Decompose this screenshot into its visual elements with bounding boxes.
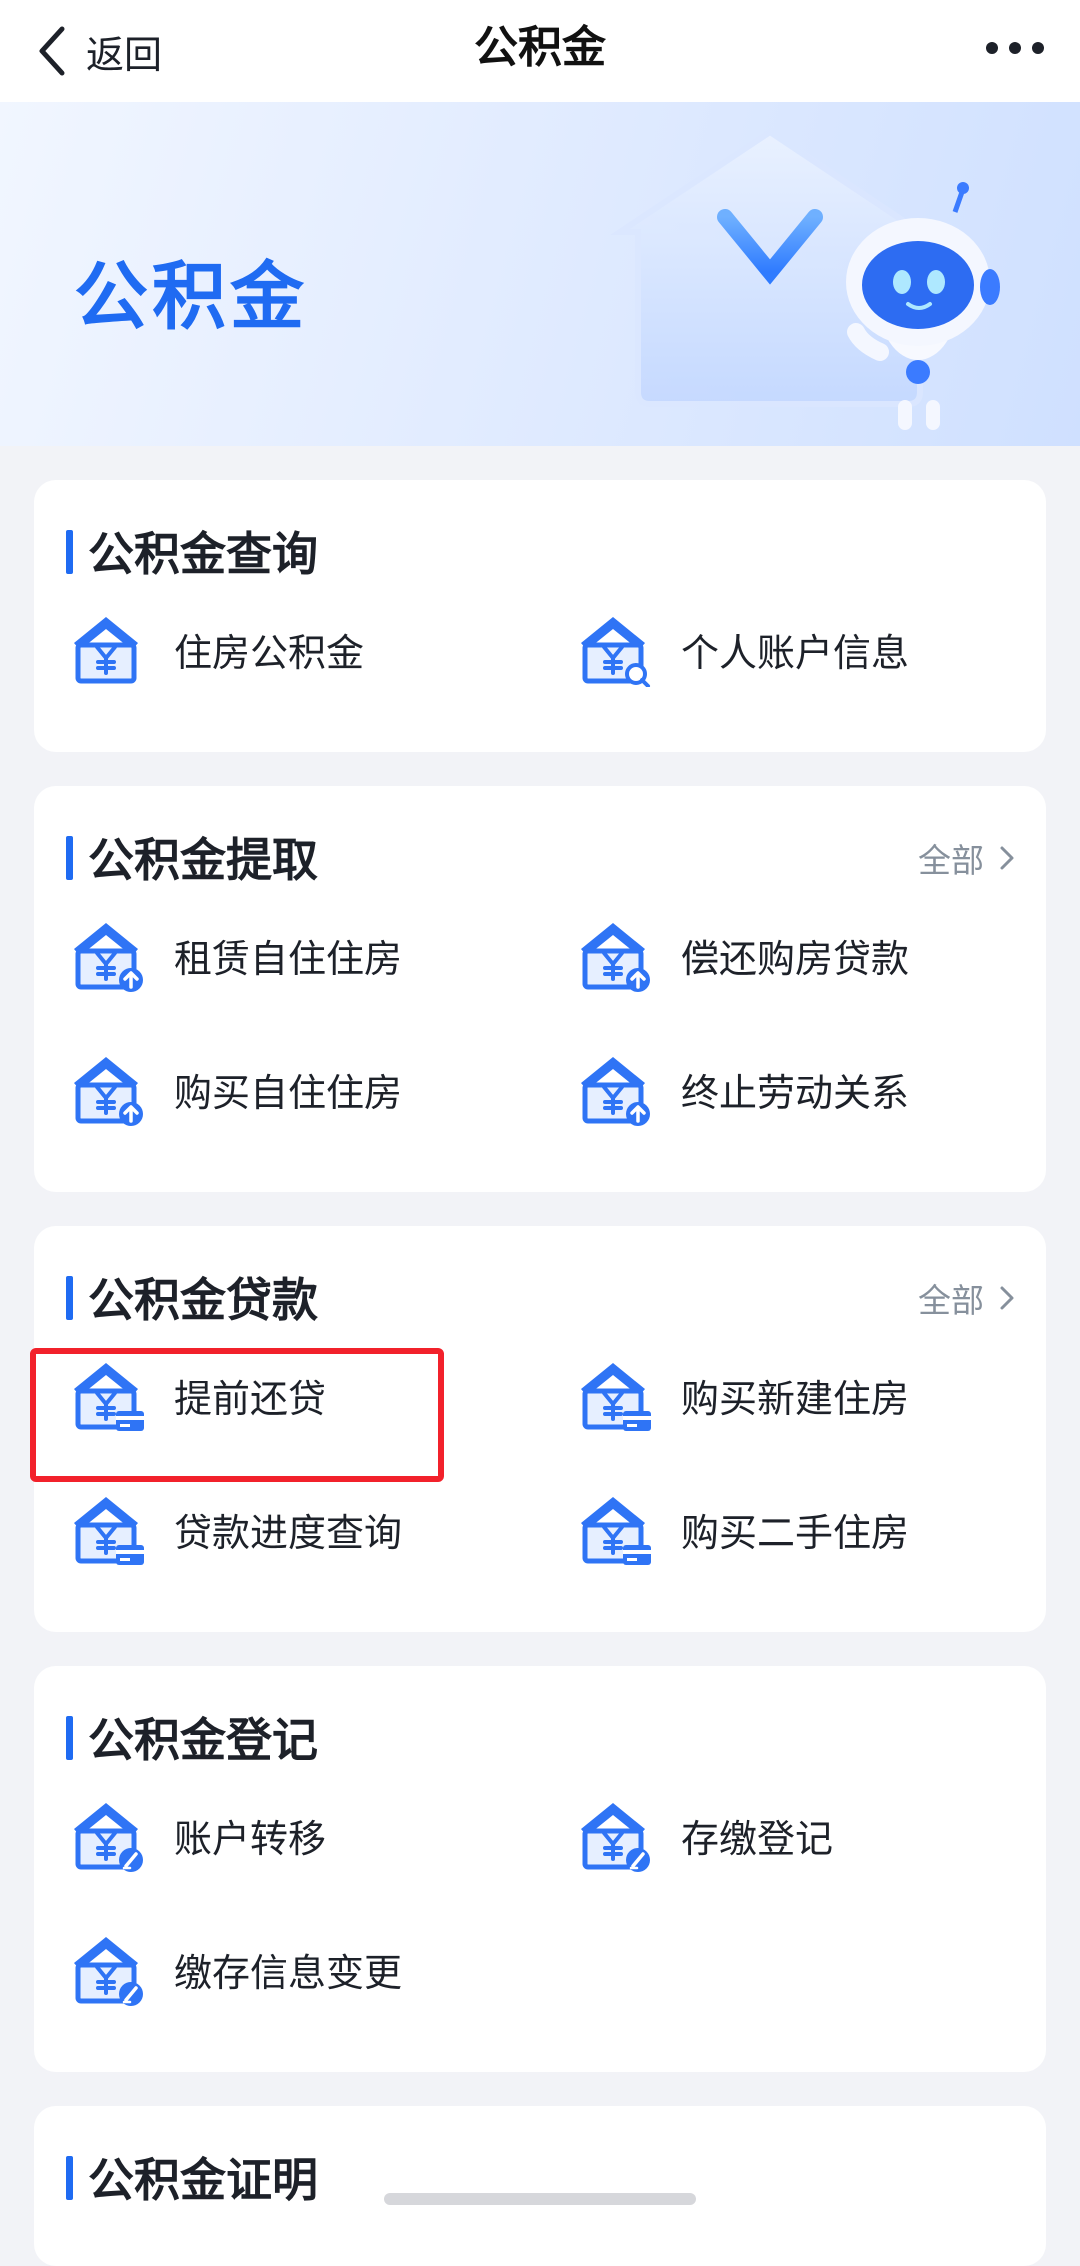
page-title: 公积金 (474, 22, 606, 73)
service-item-housing-fund[interactable]: 住房公积金 (68, 594, 548, 704)
service-item-loan-progress[interactable]: 贷款进度查询 (68, 1474, 548, 1584)
item-label: 个人账户信息 (681, 630, 910, 675)
house-yuan-edit-icon (581, 1803, 650, 1872)
item-label: 购买自住住房 (174, 1070, 403, 1115)
section-title: 公积金证明 (88, 2153, 318, 2207)
see-all-label: 全部 (918, 841, 984, 880)
house-yuan-edit-icon (74, 1937, 143, 2006)
service-item-buy-new-housing[interactable]: 购买新建住房 (575, 1340, 1055, 1450)
section-title: 公积金登记 (88, 1713, 318, 1767)
service-item-repay-mortgage[interactable]: 偿还购房贷款 (575, 900, 1055, 1010)
item-label: 终止劳动关系 (681, 1070, 910, 1115)
house-yuan-card-icon (581, 1497, 651, 1565)
item-label: 存缴登记 (681, 1816, 834, 1861)
item-label: 租赁自住住房 (174, 936, 403, 981)
service-item-early-repayment[interactable]: 提前还贷 (68, 1340, 548, 1450)
section-title: 公积金贷款 (88, 1273, 318, 1327)
section-accent-bar (66, 2156, 73, 2200)
section-title: 公积金提取 (88, 833, 318, 887)
section-title: 公积金查询 (88, 527, 318, 581)
more-icon[interactable] (984, 32, 1046, 64)
item-label: 购买新建住房 (681, 1376, 910, 1421)
item-label: 购买二手住房 (681, 1510, 910, 1555)
item-label: 偿还购房贷款 (681, 936, 910, 981)
chevron-right-icon (1000, 846, 1014, 870)
see-all-link[interactable]: 全部 (918, 1270, 1016, 1326)
home-indicator (384, 2193, 696, 2205)
house-yuan-icon (74, 617, 138, 684)
service-item-deposit-registration[interactable]: 存缴登记 (575, 1780, 1055, 1890)
house-yuan-card-icon (74, 1363, 144, 1431)
service-item-rent-housing[interactable]: 租赁自住住房 (68, 900, 548, 1010)
service-item-account-transfer[interactable]: 账户转移 (68, 1780, 548, 1890)
item-label: 提前还贷 (174, 1376, 327, 1421)
service-item-buy-housing[interactable]: 购买自住住房 (68, 1034, 548, 1144)
nav-bar: 返回 公积金 (0, 0, 1080, 102)
house-yuan-card-icon (581, 1363, 651, 1431)
service-item-deposit-info-change[interactable]: 缴存信息变更 (68, 1914, 548, 2024)
house-yuan-upload-icon (74, 923, 143, 992)
section-registration: 公积金登记 账户转移 存缴登记 缴存信息变更 (34, 1666, 1046, 2072)
item-label: 账户转移 (174, 1816, 327, 1861)
banner-title: 公积金 (74, 254, 308, 340)
section-accent-bar (66, 1716, 73, 1760)
house-robot-illustration (610, 128, 1000, 430)
item-label: 贷款进度查询 (174, 1510, 403, 1555)
service-item-buy-second-hand[interactable]: 购买二手住房 (575, 1474, 1055, 1584)
house-yuan-search-icon (581, 617, 650, 687)
hero-banner: 公积金 (0, 102, 1080, 446)
chevron-right-icon (1000, 1286, 1014, 1310)
section-accent-bar (66, 836, 73, 880)
house-yuan-upload-icon (581, 1057, 650, 1126)
service-item-personal-account[interactable]: 个人账户信息 (575, 594, 1055, 704)
see-all-label: 全部 (918, 1281, 984, 1320)
see-all-link[interactable]: 全部 (918, 830, 1016, 886)
section-withdrawal: 公积金提取 全部 租赁自住住房 偿还购房贷款 购买自住住房 终止劳动关系 (34, 786, 1046, 1192)
section-accent-bar (66, 1276, 73, 1320)
house-yuan-card-icon (74, 1497, 144, 1565)
section-loan: 公积金贷款 全部 提前还贷 购买新建住房 贷款进度查询 购买二手住房 (34, 1226, 1046, 1632)
section-accent-bar (66, 530, 73, 574)
house-yuan-upload-icon (581, 923, 650, 992)
house-yuan-edit-icon (74, 1803, 143, 1872)
item-label: 住房公积金 (174, 630, 365, 675)
section-query: 公积金查询 住房公积金 个人账户信息 (34, 480, 1046, 752)
section-header: 公积金证明 (34, 2106, 1046, 2246)
service-item-end-employment[interactable]: 终止劳动关系 (575, 1034, 1055, 1144)
item-label: 缴存信息变更 (174, 1950, 403, 1995)
section-certificate: 公积金证明 (34, 2106, 1046, 2266)
house-yuan-upload-icon (74, 1057, 143, 1126)
